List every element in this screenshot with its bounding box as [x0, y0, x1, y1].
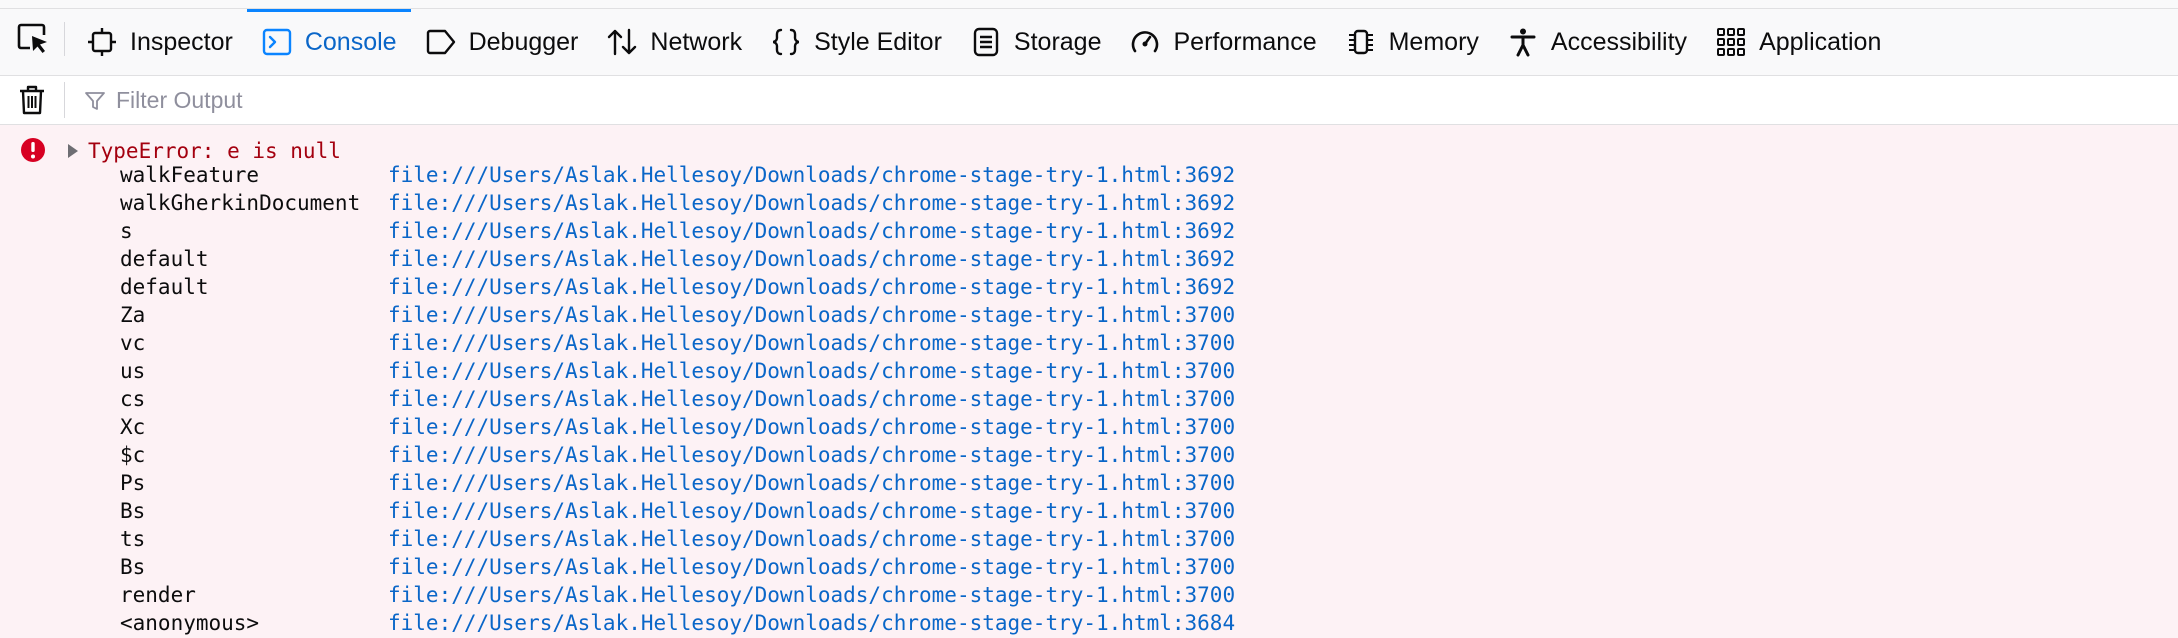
- frame-location-link[interactable]: file:///Users/Aslak.Hellesoy/Downloads/c…: [388, 581, 1235, 609]
- stack-frame: Ps file:///Users/Aslak.Hellesoy/Downloads…: [120, 469, 1235, 497]
- stack-frame: cs file:///Users/Aslak.Hellesoy/Downloads…: [120, 385, 1235, 413]
- stack-frame: s file:///Users/Aslak.Hellesoy/Downloads/…: [120, 217, 1235, 245]
- tab-strip: Inspector Console Debugger Network Style…: [72, 9, 1895, 75]
- tab-label: Storage: [1013, 27, 1102, 56]
- trash-icon: [20, 85, 44, 115]
- stack-frame: walkFeature file:///Users/Aslak.Hellesoy/…: [120, 161, 1235, 189]
- tab-network[interactable]: Network: [592, 9, 756, 75]
- tab-label: Network: [650, 27, 743, 56]
- tab-label: Console: [304, 27, 397, 56]
- stack-frame: vc file:///Users/Aslak.Hellesoy/Downloads…: [120, 329, 1235, 357]
- frame-function-name: Za: [120, 303, 146, 327]
- tab-memory[interactable]: Memory: [1331, 9, 1493, 75]
- frame-function-name: default: [120, 247, 209, 271]
- tab-storage[interactable]: Storage: [956, 9, 1116, 75]
- frame-location-link[interactable]: file:///Users/Aslak.Hellesoy/Downloads/c…: [388, 245, 1235, 273]
- filter-divider: [64, 82, 65, 118]
- tab-label: Memory: [1388, 27, 1479, 56]
- frame-function-name: vc: [120, 331, 146, 355]
- frame-function-name: s: [120, 219, 133, 243]
- frame-location-link[interactable]: file:///Users/Aslak.Hellesoy/Downloads/c…: [388, 497, 1235, 525]
- frame-function-name: walkFeature: [120, 163, 260, 187]
- clear-console-button[interactable]: [14, 82, 50, 118]
- performance-icon: [1129, 26, 1161, 58]
- frame-function-name: Bs: [120, 499, 146, 523]
- tab-accessibility[interactable]: Accessibility: [1493, 9, 1701, 75]
- stack-frame: Bs file:///Users/Aslak.Hellesoy/Downloads…: [120, 553, 1235, 581]
- stack-frame: Xc file:///Users/Aslak.Hellesoy/Downloads…: [120, 413, 1235, 441]
- expand-arrow-icon[interactable]: [66, 142, 80, 160]
- frame-location-link[interactable]: file:///Users/Aslak.Hellesoy/Downloads/c…: [388, 357, 1235, 385]
- stack-frame: Bs file:///Users/Aslak.Hellesoy/Downloads…: [120, 497, 1235, 525]
- frame-location-link[interactable]: file:///Users/Aslak.Hellesoy/Downloads/c…: [388, 161, 1235, 189]
- frame-location-link[interactable]: file:///Users/Aslak.Hellesoy/Downloads/c…: [388, 609, 1235, 637]
- tab-label: Style Editor: [814, 27, 942, 56]
- stack-frame: us file:///Users/Aslak.Hellesoy/Downloads…: [120, 357, 1235, 385]
- filter-box: [84, 76, 1318, 125]
- stack-frame: default file:///Users/Aslak.Hellesoy/Down…: [120, 273, 1235, 301]
- frame-location-link[interactable]: file:///Users/Aslak.Hellesoy/Downloads/c…: [388, 329, 1235, 357]
- frame-location-link[interactable]: file:///Users/Aslak.Hellesoy/Downloads/c…: [388, 301, 1235, 329]
- toolbar-divider: [64, 22, 65, 56]
- frame-location-link[interactable]: file:///Users/Aslak.Hellesoy/Downloads/c…: [388, 217, 1235, 245]
- tab-label: Performance: [1173, 27, 1317, 56]
- frame-location-link[interactable]: file:///Users/Aslak.Hellesoy/Downloads/c…: [388, 385, 1235, 413]
- element-picker-icon: [17, 23, 47, 53]
- stack-frame: default file:///Users/Aslak.Hellesoy/Down…: [120, 245, 1235, 273]
- debugger-icon: [425, 26, 457, 58]
- console-icon: [261, 26, 293, 58]
- frame-function-name: walkGherkinDocument: [120, 191, 361, 215]
- frame-location-link[interactable]: file:///Users/Aslak.Hellesoy/Downloads/c…: [388, 273, 1235, 301]
- tab-label: Debugger: [468, 27, 579, 56]
- network-icon: [606, 26, 638, 58]
- tab-console[interactable]: Console: [246, 9, 411, 75]
- stack-frame: <anonymous> file:///Users/Aslak.Hellesoy/…: [120, 609, 1235, 637]
- error-icon: [21, 138, 45, 162]
- frame-location-link[interactable]: file:///Users/Aslak.Hellesoy/Downloads/c…: [388, 441, 1235, 469]
- frame-location-link[interactable]: file:///Users/Aslak.Hellesoy/Downloads/c…: [388, 469, 1235, 497]
- inspector-icon: [86, 26, 118, 58]
- frame-function-name: cs: [120, 387, 146, 411]
- storage-icon: [970, 26, 1002, 58]
- frame-function-name: ts: [120, 527, 146, 551]
- element-picker-button[interactable]: [10, 18, 56, 58]
- tab-label: Accessibility: [1550, 27, 1688, 56]
- frame-function-name: Bs: [120, 555, 146, 579]
- frame-function-name: default: [120, 275, 209, 299]
- frame-location-link[interactable]: file:///Users/Aslak.Hellesoy/Downloads/c…: [388, 189, 1235, 217]
- frame-location-link[interactable]: file:///Users/Aslak.Hellesoy/Downloads/c…: [388, 553, 1235, 581]
- frame-function-name: render: [120, 583, 196, 607]
- frame-function-name: us: [120, 359, 146, 383]
- stack-frame: walkGherkinDocument file:///Users/Aslak.H…: [120, 189, 1235, 217]
- tab-inspector[interactable]: Inspector: [72, 9, 247, 75]
- stack-frame: $c file:///Users/Aslak.Hellesoy/Downloads…: [120, 441, 1235, 469]
- console-output: TypeError: e is null walkFeature file:///…: [0, 125, 2178, 638]
- tab-application[interactable]: Application: [1701, 9, 1895, 75]
- stack-frame: render file:///Users/Aslak.Hellesoy/Downl…: [120, 581, 1235, 609]
- tab-style-editor[interactable]: Style Editor: [756, 9, 956, 75]
- frame-location-link[interactable]: file:///Users/Aslak.Hellesoy/Downloads/c…: [388, 525, 1235, 553]
- tab-performance[interactable]: Performance: [1115, 9, 1330, 75]
- memory-icon: [1345, 26, 1377, 58]
- application-icon: [1715, 26, 1747, 58]
- console-filter-bar: [0, 76, 2178, 125]
- devtools-toolbar: Inspector Console Debugger Network Style…: [0, 0, 2178, 76]
- error-message[interactable]: TypeError: e is null: [0, 131, 2178, 163]
- frame-function-name: $c: [120, 443, 146, 467]
- frame-location-link[interactable]: file:///Users/Aslak.Hellesoy/Downloads/c…: [388, 413, 1235, 441]
- filter-output-input[interactable]: [114, 86, 1318, 115]
- style-editor-icon: [770, 26, 802, 58]
- frame-function-name: Xc: [120, 415, 146, 439]
- frame-function-name: Ps: [120, 471, 146, 495]
- frame-function-name: <anonymous>: [120, 611, 260, 635]
- stack-frame: Za file:///Users/Aslak.Hellesoy/Downloads…: [120, 301, 1235, 329]
- stack-trace: walkFeature file:///Users/Aslak.Hellesoy/…: [120, 161, 1235, 637]
- accessibility-icon: [1507, 26, 1539, 58]
- tab-debugger[interactable]: Debugger: [411, 9, 593, 75]
- tab-label: Inspector: [130, 27, 233, 56]
- stack-frame: ts file:///Users/Aslak.Hellesoy/Downloads…: [120, 525, 1235, 553]
- tab-label: Application: [1759, 27, 1882, 56]
- filter-icon: [85, 91, 105, 110]
